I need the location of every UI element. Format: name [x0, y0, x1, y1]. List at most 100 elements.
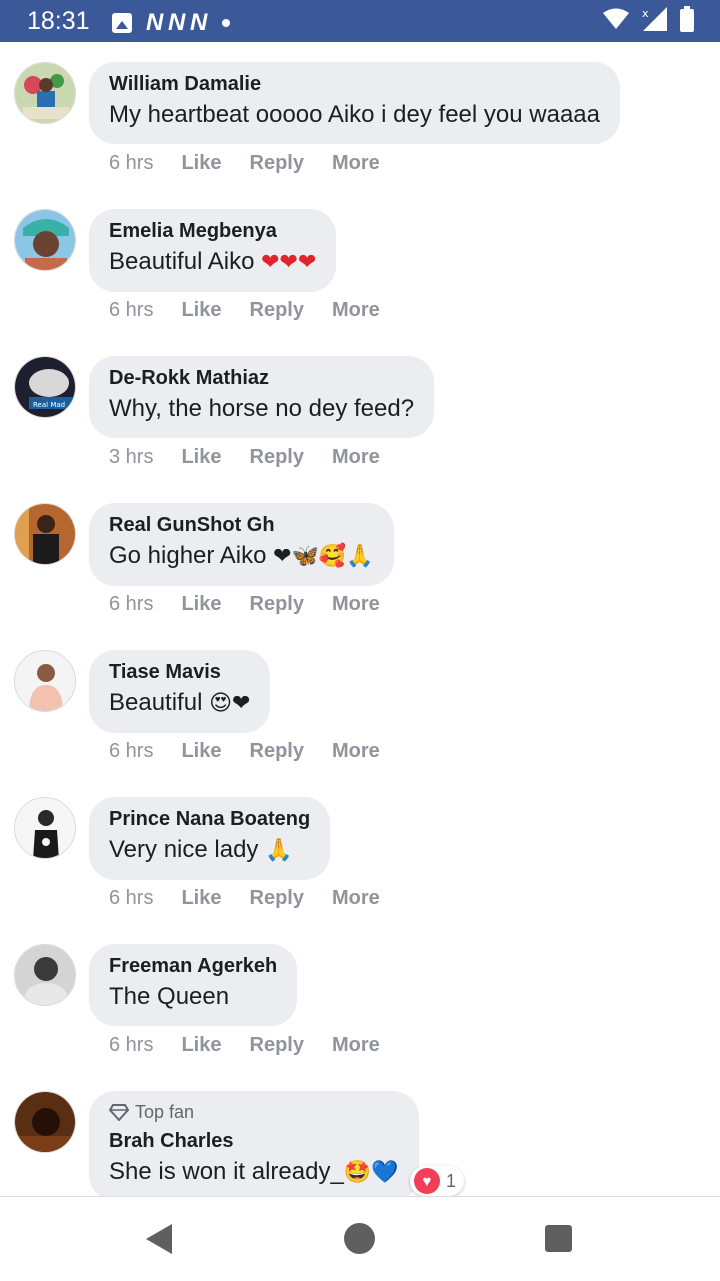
navigation-bar [0, 1196, 720, 1281]
love-reaction-icon: ♥ [414, 1168, 440, 1194]
pray-emoji-icon: 🙏 [265, 838, 293, 863]
comment-time: 6 hrs [109, 740, 154, 762]
comment-actions: 6 hrs Like Reply More [109, 152, 408, 175]
more-button[interactable]: More [332, 593, 380, 616]
like-button[interactable]: Like [181, 152, 221, 175]
comment-bubble: Emelia Megbenya Beautiful Aiko ❤❤❤ [89, 209, 337, 292]
more-button[interactable]: More [332, 1034, 380, 1057]
comment-bubble: Prince Nana Boateng Very nice lady 🙏 [89, 797, 331, 880]
comment-body: My heartbeat ooooo Aiko i dey feel you w… [109, 101, 600, 128]
comment-time: 6 hrs [109, 1034, 154, 1056]
emoji-reactions-icon: 😍❤ [209, 691, 251, 716]
system-icons: x [602, 6, 694, 32]
comment-time: 6 hrs [109, 299, 154, 321]
comment-actions: 6 hrs Like Reply More [109, 1034, 408, 1057]
status-time: 18:31 [27, 7, 90, 35]
emoji-reactions-icon: 🤩💙 [343, 1160, 399, 1185]
avatar[interactable] [14, 944, 76, 1006]
avatar[interactable] [14, 503, 76, 565]
reply-button[interactable]: Reply [250, 1034, 304, 1057]
avatar[interactable] [14, 62, 76, 124]
comment-body: Why, the horse no dey feed? [109, 395, 415, 422]
comment-text: The Queen [109, 982, 277, 1012]
heart-emoji-icon: ❤❤❤ [261, 250, 317, 275]
comment-bubble: Top fan Brah Charles She is won it alrea… [89, 1091, 419, 1201]
avatar[interactable] [14, 797, 76, 859]
wifi-icon [603, 8, 629, 29]
like-button[interactable]: Like [181, 593, 221, 616]
comment-body: The Queen [109, 983, 230, 1010]
comment-author[interactable]: Freeman Agerkeh [109, 954, 277, 978]
comment-author[interactable]: Tiase Mavis [109, 660, 250, 684]
like-button[interactable]: Like [181, 1034, 221, 1057]
avatar[interactable] [14, 650, 76, 712]
reply-button[interactable]: Reply [250, 299, 304, 322]
comment-time: 6 hrs [109, 887, 154, 909]
reply-button[interactable]: Reply [250, 152, 304, 175]
comment-text: Beautiful Aiko ❤❤❤ [109, 247, 316, 278]
comment-actions: 6 hrs Like Reply More [109, 887, 408, 910]
reply-button[interactable]: Reply [250, 740, 304, 763]
comment-author[interactable]: Prince Nana Boateng [109, 807, 310, 831]
comment-body: Very nice lady [109, 836, 266, 863]
comment-bubble: Freeman Agerkeh The Queen [89, 944, 298, 1026]
more-button[interactable]: More [332, 152, 380, 175]
reply-button[interactable]: Reply [250, 593, 304, 616]
avatar[interactable]: Real Mad [14, 356, 76, 418]
comment-author[interactable]: Real GunShot Gh [109, 513, 374, 537]
more-button[interactable]: More [332, 887, 380, 910]
reply-button[interactable]: Reply [250, 446, 304, 469]
comment-author[interactable]: Brah Charles [109, 1129, 399, 1153]
comment-bubble: William Damalie My heartbeat ooooo Aiko … [89, 62, 620, 144]
reaction-summary[interactable]: ♥ 1 [410, 1166, 465, 1196]
comment-body: She is won it already_ [109, 1158, 344, 1185]
reaction-count: 1 [446, 1170, 457, 1191]
emoji-reactions-icon: ❤🦋🥰🙏 [273, 544, 374, 569]
more-button[interactable]: More [332, 299, 380, 322]
comment-time: 6 hrs [109, 152, 154, 174]
signal-icon: x [642, 7, 667, 31]
comment-bubble: Tiase Mavis Beautiful 😍❤ [89, 650, 271, 733]
comment-text: She is won it already_🤩💙 [109, 1157, 399, 1188]
svg-text:x: x [642, 7, 649, 20]
like-button[interactable]: Like [181, 887, 221, 910]
comment-text: Why, the horse no dey feed? [109, 394, 414, 424]
comment-actions: 6 hrs Like Reply More [109, 593, 408, 616]
more-notifications-icon [222, 19, 231, 27]
back-icon[interactable] [146, 1224, 172, 1254]
comment-bubble: Real GunShot Gh Go higher Aiko ❤🦋🥰🙏 [89, 503, 394, 586]
reply-button[interactable]: Reply [250, 887, 304, 910]
comment-text: Very nice lady 🙏 [109, 835, 310, 866]
comment-body: Beautiful [109, 689, 210, 716]
avatar[interactable] [14, 209, 76, 271]
home-icon[interactable] [344, 1223, 375, 1254]
more-button[interactable]: More [332, 740, 380, 763]
app-logo-icon: N N N [146, 9, 207, 36]
notification-icons: N N N [112, 9, 231, 37]
comment-body: Beautiful Aiko [109, 248, 262, 275]
comment-body: Go higher Aiko [109, 542, 274, 569]
comment-actions: 3 hrs Like Reply More [109, 446, 408, 469]
diamond-icon [109, 1104, 129, 1121]
status-bar: 18:31 N N N x [0, 0, 720, 42]
comment-actions: 6 hrs Like Reply More [109, 740, 408, 763]
comment-text: Go higher Aiko ❤🦋🥰🙏 [109, 541, 374, 572]
comment-text: My heartbeat ooooo Aiko i dey feel you w… [109, 100, 600, 130]
like-button[interactable]: Like [181, 299, 221, 322]
like-button[interactable]: Like [181, 740, 221, 763]
comment-author[interactable]: De-Rokk Mathiaz [109, 366, 414, 390]
more-button[interactable]: More [332, 446, 380, 469]
top-fan-badge: Top fan [109, 1101, 399, 1123]
avatar[interactable] [14, 1091, 76, 1153]
comment-time: 6 hrs [109, 593, 154, 615]
recent-apps-icon[interactable] [545, 1225, 572, 1252]
svg-text:Real Mad: Real Mad [33, 401, 65, 409]
battery-icon [680, 6, 694, 32]
comment-author[interactable]: William Damalie [109, 72, 600, 96]
image-icon [112, 13, 132, 33]
comment-bubble: De-Rokk Mathiaz Why, the horse no dey fe… [89, 356, 435, 438]
comment-time: 3 hrs [109, 446, 154, 468]
comment-actions: 6 hrs Like Reply More [109, 299, 408, 322]
comment-author[interactable]: Emelia Megbenya [109, 219, 316, 243]
like-button[interactable]: Like [181, 446, 221, 469]
